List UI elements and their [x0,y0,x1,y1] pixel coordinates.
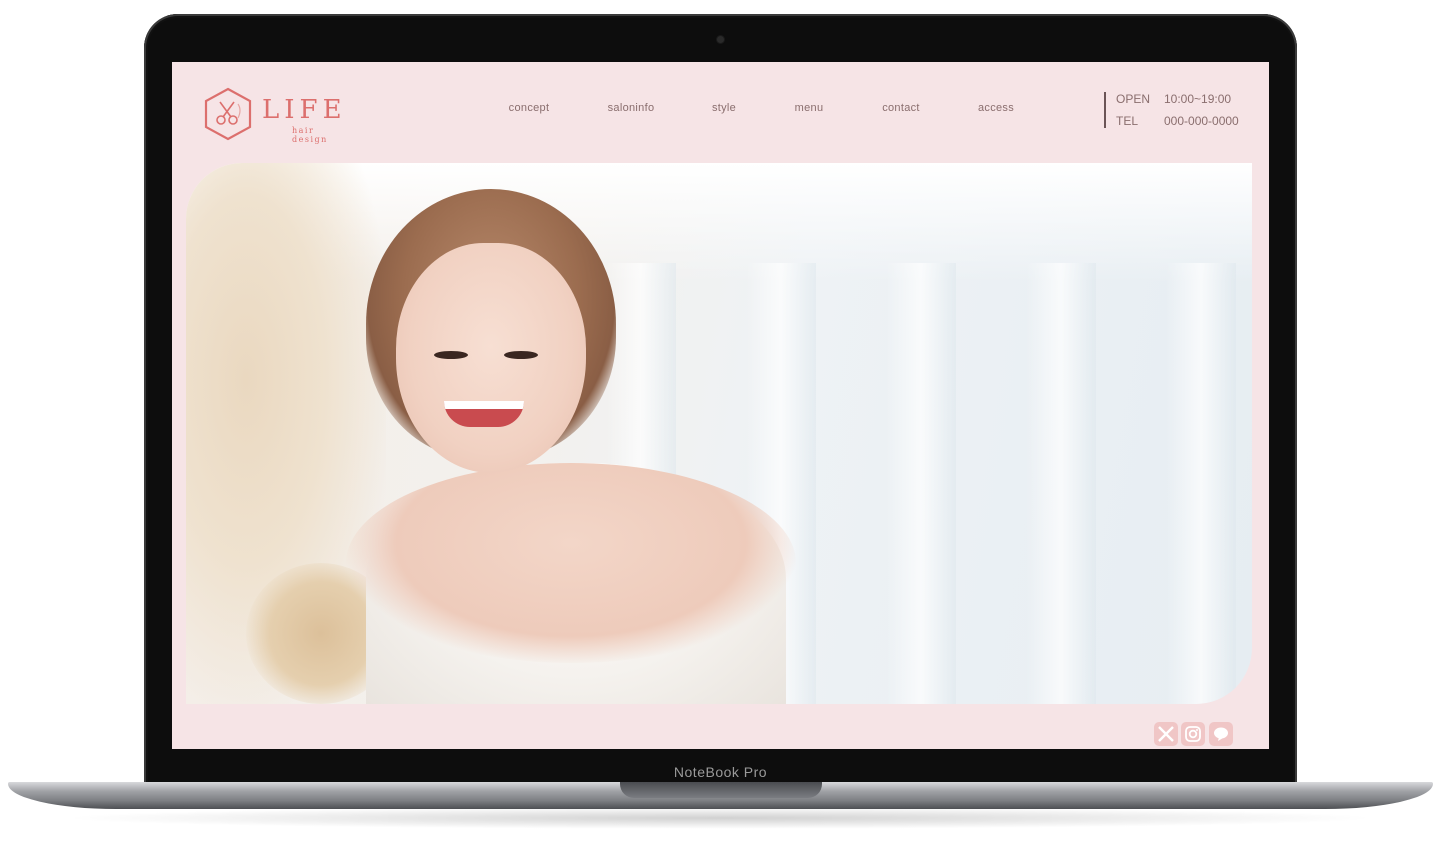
curtain-fold [1166,263,1236,704]
logo-tagline: hair design [292,126,328,144]
nav-access[interactable]: access [978,102,1014,114]
laptop-shadow [60,807,1380,829]
device-model-label: NoteBook Pro [673,764,768,780]
nav-menu[interactable]: menu [795,102,824,114]
face [396,243,586,473]
x-icon[interactable] [1154,722,1178,746]
nav-style[interactable]: style [712,102,736,114]
nav-contact[interactable]: contact [882,102,920,114]
open-label: OPEN [1116,92,1151,106]
tel-label: TEL [1116,114,1139,128]
instagram-icon[interactable] [1181,722,1205,746]
eye [504,351,538,359]
info-divider [1104,92,1106,128]
website-screen: LIFE hair design concept saloninfo style… [172,62,1269,749]
camera [717,36,724,43]
laptop-notch [620,782,822,798]
curtain-fold [1026,263,1096,704]
nav-saloninfo[interactable]: saloninfo [608,102,655,114]
open-hours: 10:00~19:00 [1164,92,1232,106]
line-icon[interactable] [1209,722,1233,746]
curtain-fold [886,263,956,704]
tel-number[interactable]: 000-000-0000 [1164,114,1239,128]
hero-photo [186,163,1252,704]
arms [346,463,796,663]
eye [434,351,468,359]
nav-concept[interactable]: concept [509,102,550,114]
salon-info: OPEN 10:00~19:00 TEL 000-000-0000 [1116,91,1239,135]
